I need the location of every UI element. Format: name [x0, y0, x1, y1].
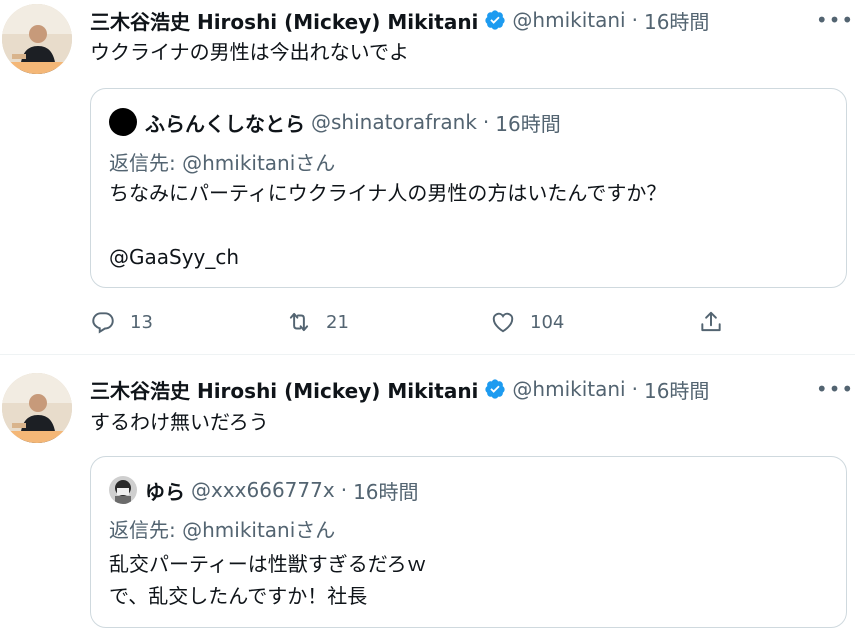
author-avatar[interactable] [2, 4, 72, 74]
reply-prefix: 返信先: [109, 518, 183, 542]
quoted-author-handle: @shinatorafrank [311, 110, 477, 134]
reply-button[interactable]: 13 [90, 305, 153, 339]
reply-icon [92, 312, 114, 334]
separator-dot: · [631, 8, 638, 32]
share-icon [701, 311, 721, 332]
author-name[interactable]: 三木谷浩史 Hiroshi (Mickey) Mikitani [90, 6, 478, 35]
separator-dot: · [340, 478, 348, 502]
more-options-icon[interactable]: ••• [816, 8, 853, 32]
author-name[interactable]: 三木谷浩史 Hiroshi (Mickey) Mikitani [90, 375, 478, 404]
quoted-tweet-text: 乱交パーティーは性獣すぎるだろｗ で、乱交したんですか！社長 [109, 552, 427, 608]
quoted-author-name: ゆら [145, 479, 185, 504]
tweet-1[interactable]: 三木谷浩史 Hiroshi (Mickey) Mikitani @hmikita… [0, 0, 855, 354]
reply-mention[interactable]: @hmikitaniさん [182, 151, 335, 175]
tweet-text: ウクライナの男性は今出れないでよ [90, 40, 409, 64]
reply-count: 13 [130, 311, 153, 333]
quoted-tweet-text: ちなみにパーティにウクライナ人の男性の方はいたんですか？ @GaaSyy_ch [109, 181, 667, 269]
retweet-count: 21 [326, 311, 349, 333]
retweet-button[interactable]: 21 [286, 305, 349, 339]
tweet-text: するわけ無いだろう [90, 410, 269, 434]
like-count: 104 [530, 311, 565, 333]
reply-to-line: 返信先: @hmikitaniさん [109, 514, 335, 543]
verified-badge-icon [484, 9, 506, 31]
reply-prefix: 返信先: [109, 151, 183, 175]
like-button[interactable]: 104 [490, 305, 564, 339]
quoted-tweet-header: ゆら @xxx666777x · 16時間 [109, 475, 419, 505]
more-options-icon[interactable]: ••• [816, 377, 853, 401]
reply-mention[interactable]: @hmikitaniさん [182, 518, 335, 542]
share-button[interactable] [698, 305, 738, 339]
tweet-header: 三木谷浩史 Hiroshi (Mickey) Mikitani @hmikita… [90, 4, 709, 36]
quoted-timestamp: 16時間 [353, 479, 419, 504]
tweet-2[interactable]: 三木谷浩史 Hiroshi (Mickey) Mikitani @hmikita… [0, 355, 855, 640]
tweet-timestamp[interactable]: 16時間 [644, 6, 709, 35]
verified-badge-icon [484, 378, 506, 400]
avatar-photo [2, 4, 72, 74]
avatar-photo [2, 373, 72, 443]
quoted-timestamp: 16時間 [495, 111, 561, 136]
quoted-author-handle: @xxx666777x [191, 478, 335, 502]
tweet-header: 三木谷浩史 Hiroshi (Mickey) Mikitani @hmikita… [90, 373, 709, 405]
reply-to-line: 返信先: @hmikitaniさん [109, 147, 335, 176]
tweet-timestamp[interactable]: 16時間 [644, 375, 709, 404]
separator-dot: · [482, 110, 490, 134]
author-handle[interactable]: @hmikitani [512, 377, 625, 401]
quoted-author-name: ふらんくしなとら [145, 111, 305, 136]
author-avatar[interactable] [2, 373, 72, 443]
quoted-author-avatar [109, 476, 137, 504]
quoted-author-avatar [109, 108, 137, 136]
quoted-tweet[interactable]: ゆら @xxx666777x · 16時間 返信先: @hmikitaniさん … [90, 456, 847, 628]
quoted-tweet-header: ふらんくしなとら @shinatorafrank · 16時間 [109, 107, 561, 137]
tweet-actions: 13 21 104 [90, 305, 830, 339]
separator-dot: · [631, 377, 638, 401]
retweet-icon [289, 312, 309, 332]
quoted-tweet[interactable]: ふらんくしなとら @shinatorafrank · 16時間 返信先: @hm… [90, 88, 847, 288]
author-handle[interactable]: @hmikitani [512, 8, 625, 32]
heart-icon [492, 312, 514, 333]
